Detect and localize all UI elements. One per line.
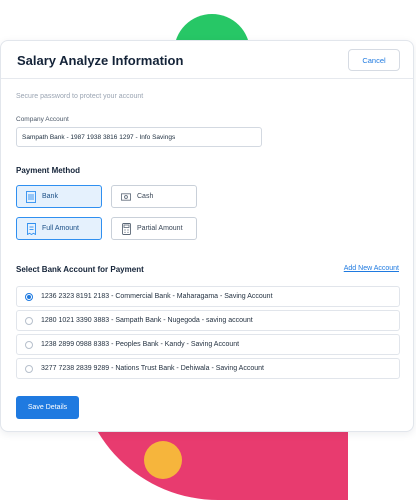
cancel-button[interactable]: Cancel: [348, 49, 400, 71]
hint-text: Secure password to protect your account: [16, 93, 144, 100]
bank-account-row[interactable]: 1280 1021 3390 3883 - Sampath Bank - Nug…: [16, 310, 400, 331]
page: Salary Analyze Information Cancel Secure…: [0, 0, 416, 500]
bank-account-label: 1236 2323 8191 2183 - Commercial Bank - …: [41, 293, 273, 300]
payment-option-label: Bank: [42, 193, 58, 200]
radio-unselected-icon[interactable]: [25, 364, 33, 373]
receipt-icon: [26, 222, 36, 235]
bank-account-label: 1238 2899 0988 8383 - Peoples Bank - Kan…: [41, 341, 240, 348]
bank-icon: [26, 190, 36, 203]
bank-account-title: Select Bank Account for Payment: [16, 265, 144, 274]
bank-account-label: 3277 7238 2839 9289 - Nations Trust Bank…: [41, 365, 264, 372]
bank-account-row[interactable]: 3277 7238 2839 9289 - Nations Trust Bank…: [16, 358, 400, 379]
bank-account-row[interactable]: 1238 2899 0988 8383 - Peoples Bank - Kan…: [16, 334, 400, 355]
bank-account-label: 1280 1021 3390 3883 - Sampath Bank - Nug…: [41, 317, 253, 324]
add-new-account-link[interactable]: Add New Account: [344, 265, 399, 272]
salary-dialog: Salary Analyze Information Cancel Secure…: [0, 40, 414, 432]
dialog-title: Salary Analyze Information: [17, 53, 184, 68]
save-details-button[interactable]: Save Details: [16, 396, 79, 419]
payment-option-bank[interactable]: Bank: [16, 185, 102, 208]
payment-option-full-amount[interactable]: Full Amount: [16, 217, 102, 240]
radio-unselected-icon[interactable]: [25, 316, 33, 325]
payment-option-partial-amount[interactable]: Partial Amount: [111, 217, 197, 240]
radio-unselected-icon[interactable]: [25, 340, 33, 349]
dialog-header: Salary Analyze Information Cancel: [1, 41, 413, 79]
bank-account-row[interactable]: 1236 2323 8191 2183 - Commercial Bank - …: [16, 286, 400, 307]
payment-option-label: Partial Amount: [137, 225, 183, 232]
payment-option-label: Cash: [137, 193, 154, 200]
payment-option-label: Full Amount: [42, 225, 79, 232]
payment-method-title: Payment Method: [16, 166, 81, 175]
cash-icon: [121, 191, 131, 203]
company-account-select[interactable]: Sampath Bank - 1987 1938 3816 1297 - Inf…: [16, 127, 262, 147]
calculator-icon: [121, 222, 131, 235]
payment-option-cash[interactable]: Cash: [111, 185, 197, 208]
decorative-orange-circle: [144, 441, 182, 479]
radio-selected-icon[interactable]: [25, 292, 33, 301]
company-account-label: Company Account: [16, 116, 69, 123]
